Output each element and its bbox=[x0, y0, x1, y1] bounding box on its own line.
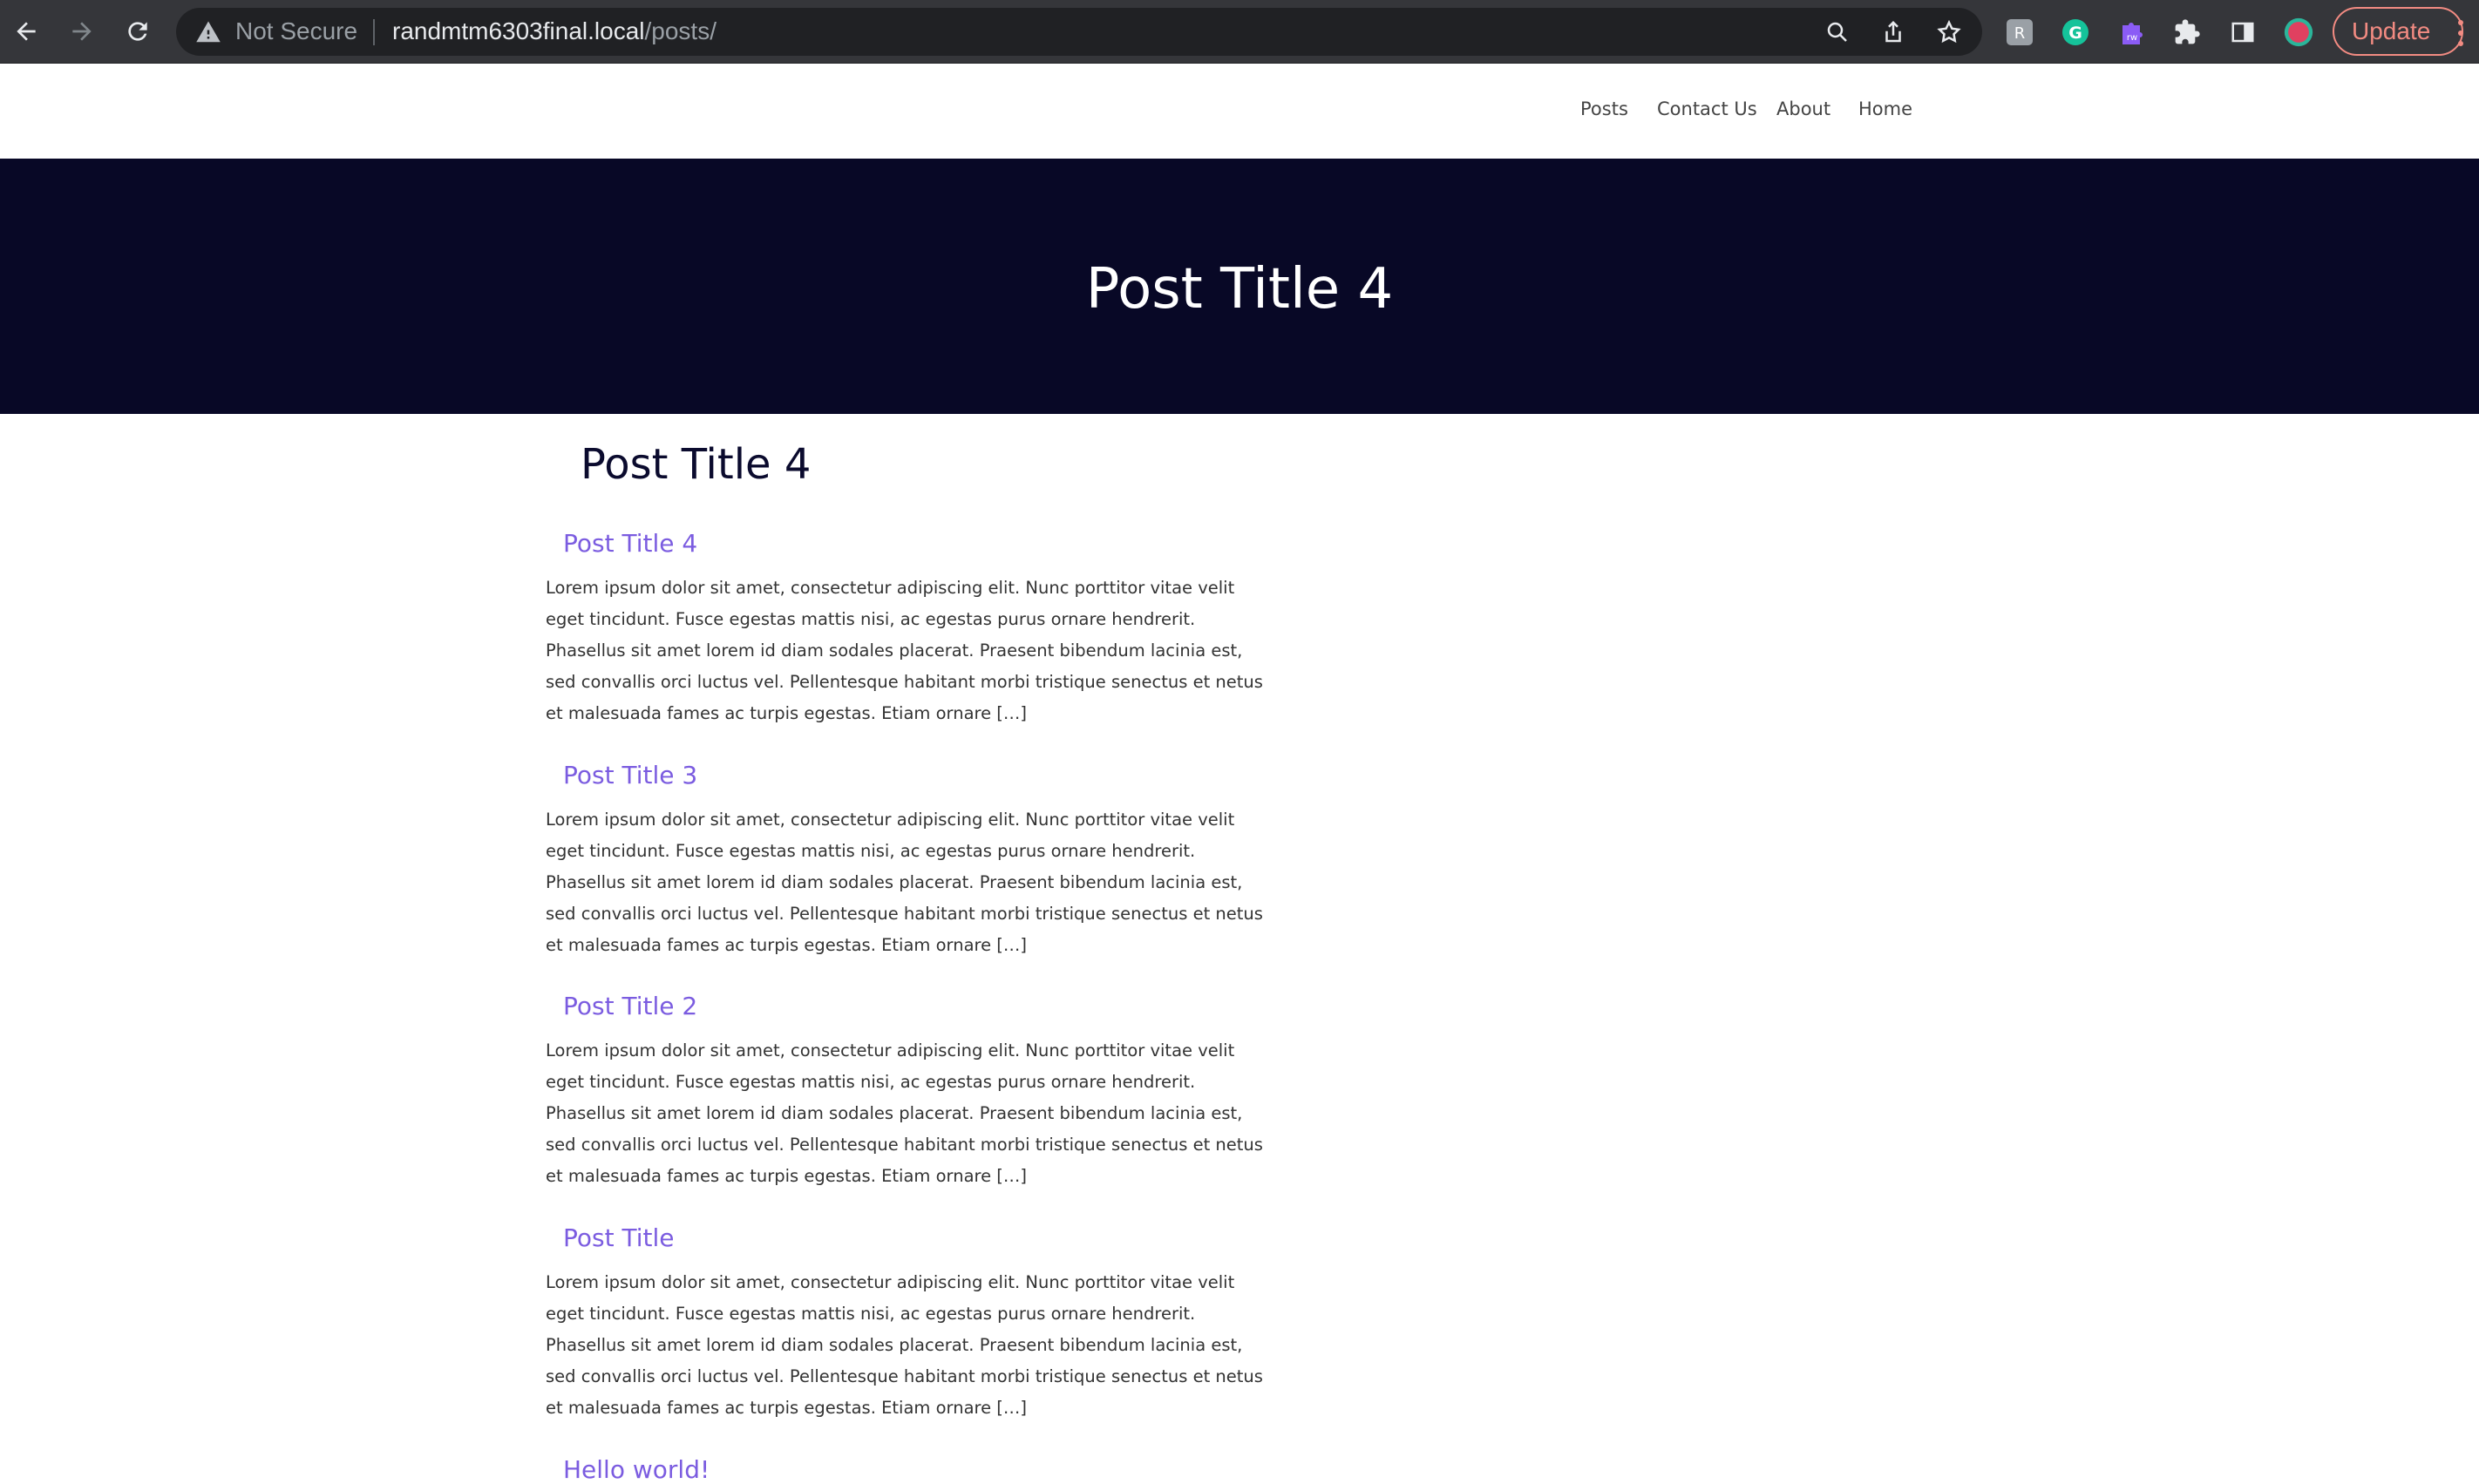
grammarly-icon: G bbox=[2062, 19, 2088, 45]
reload-icon bbox=[128, 22, 147, 41]
svg-text:G: G bbox=[2068, 24, 2082, 43]
reload-button[interactable] bbox=[119, 12, 157, 51]
update-button[interactable]: Update bbox=[2333, 7, 2463, 56]
page-heading: Post Title 4 bbox=[581, 440, 812, 489]
nav-link-posts[interactable]: Posts bbox=[1580, 98, 1628, 119]
post-excerpt: Lorem ipsum dolor sit amet, consectetur … bbox=[546, 1272, 1263, 1418]
security-label[interactable]: Not Secure bbox=[235, 15, 357, 48]
post-title-link[interactable]: Hello world! bbox=[563, 1455, 710, 1484]
share-button[interactable] bbox=[1878, 17, 1909, 48]
svg-text:R: R bbox=[2014, 24, 2026, 43]
post-title-link[interactable]: Post Title 2 bbox=[563, 992, 697, 1020]
forward-button[interactable] bbox=[63, 12, 101, 51]
svg-text:rw: rw bbox=[2127, 33, 2137, 43]
hero-banner: Post Title 4 bbox=[0, 159, 2479, 414]
extension-a-button[interactable]: R bbox=[2005, 17, 2034, 47]
rw-extension-button[interactable]: rw bbox=[2116, 17, 2146, 47]
arrow-right-icon bbox=[72, 22, 92, 41]
nav-link-home[interactable]: Home bbox=[1858, 98, 1912, 119]
url-text[interactable]: randmtm6303final.local/posts/ bbox=[392, 15, 717, 48]
zoom-button[interactable] bbox=[1822, 17, 1853, 48]
bookmark-button[interactable] bbox=[1933, 17, 1965, 48]
star-icon bbox=[1937, 19, 1961, 44]
post-excerpt: Lorem ipsum dolor sit amet, consectetur … bbox=[546, 578, 1263, 723]
extensions-button[interactable] bbox=[2172, 17, 2202, 47]
hero-title: Post Title 4 bbox=[1085, 257, 1394, 322]
post-title-link[interactable]: Post Title bbox=[563, 1223, 675, 1252]
puzzle-icon bbox=[2175, 19, 2200, 44]
warning-triangle-icon bbox=[196, 21, 221, 43]
share-icon bbox=[1885, 20, 1901, 43]
browser-toolbar: Not Secure randmtm6303final.local/posts/… bbox=[0, 0, 2479, 64]
post-title-link[interactable]: Post Title 3 bbox=[563, 761, 697, 789]
kebab-menu-icon[interactable] bbox=[2456, 16, 2465, 51]
omnibox-divider bbox=[373, 19, 375, 45]
nav-link-contact-us[interactable]: Contact Us bbox=[1657, 98, 1757, 119]
post-title-link[interactable]: Post Title 4 bbox=[563, 529, 697, 558]
url-path: /posts/ bbox=[644, 17, 717, 44]
post-excerpt: Lorem ipsum dolor sit amet, consectetur … bbox=[546, 1040, 1263, 1186]
nav-link-about[interactable]: About bbox=[1776, 98, 1830, 119]
extension-a-icon: R bbox=[2007, 19, 2033, 45]
site-header: Posts Contact Us About Home bbox=[0, 64, 2479, 159]
address-bar[interactable]: Not Secure randmtm6303final.local/posts/ bbox=[176, 8, 1982, 56]
back-button[interactable] bbox=[7, 12, 45, 51]
side-panel-icon bbox=[2231, 22, 2254, 43]
post-excerpt: Lorem ipsum dolor sit amet, consectetur … bbox=[546, 810, 1263, 955]
rw-extension-icon: rw bbox=[2122, 23, 2143, 44]
magnifier-icon bbox=[1827, 22, 1847, 42]
arrow-left-icon bbox=[17, 22, 36, 41]
url-host: randmtm6303final.local bbox=[392, 17, 645, 44]
side-panel-button[interactable] bbox=[2228, 17, 2258, 47]
profile-avatar-icon bbox=[2284, 17, 2313, 47]
profile-button[interactable] bbox=[2284, 17, 2313, 47]
grammarly-button[interactable]: G bbox=[2061, 17, 2090, 47]
